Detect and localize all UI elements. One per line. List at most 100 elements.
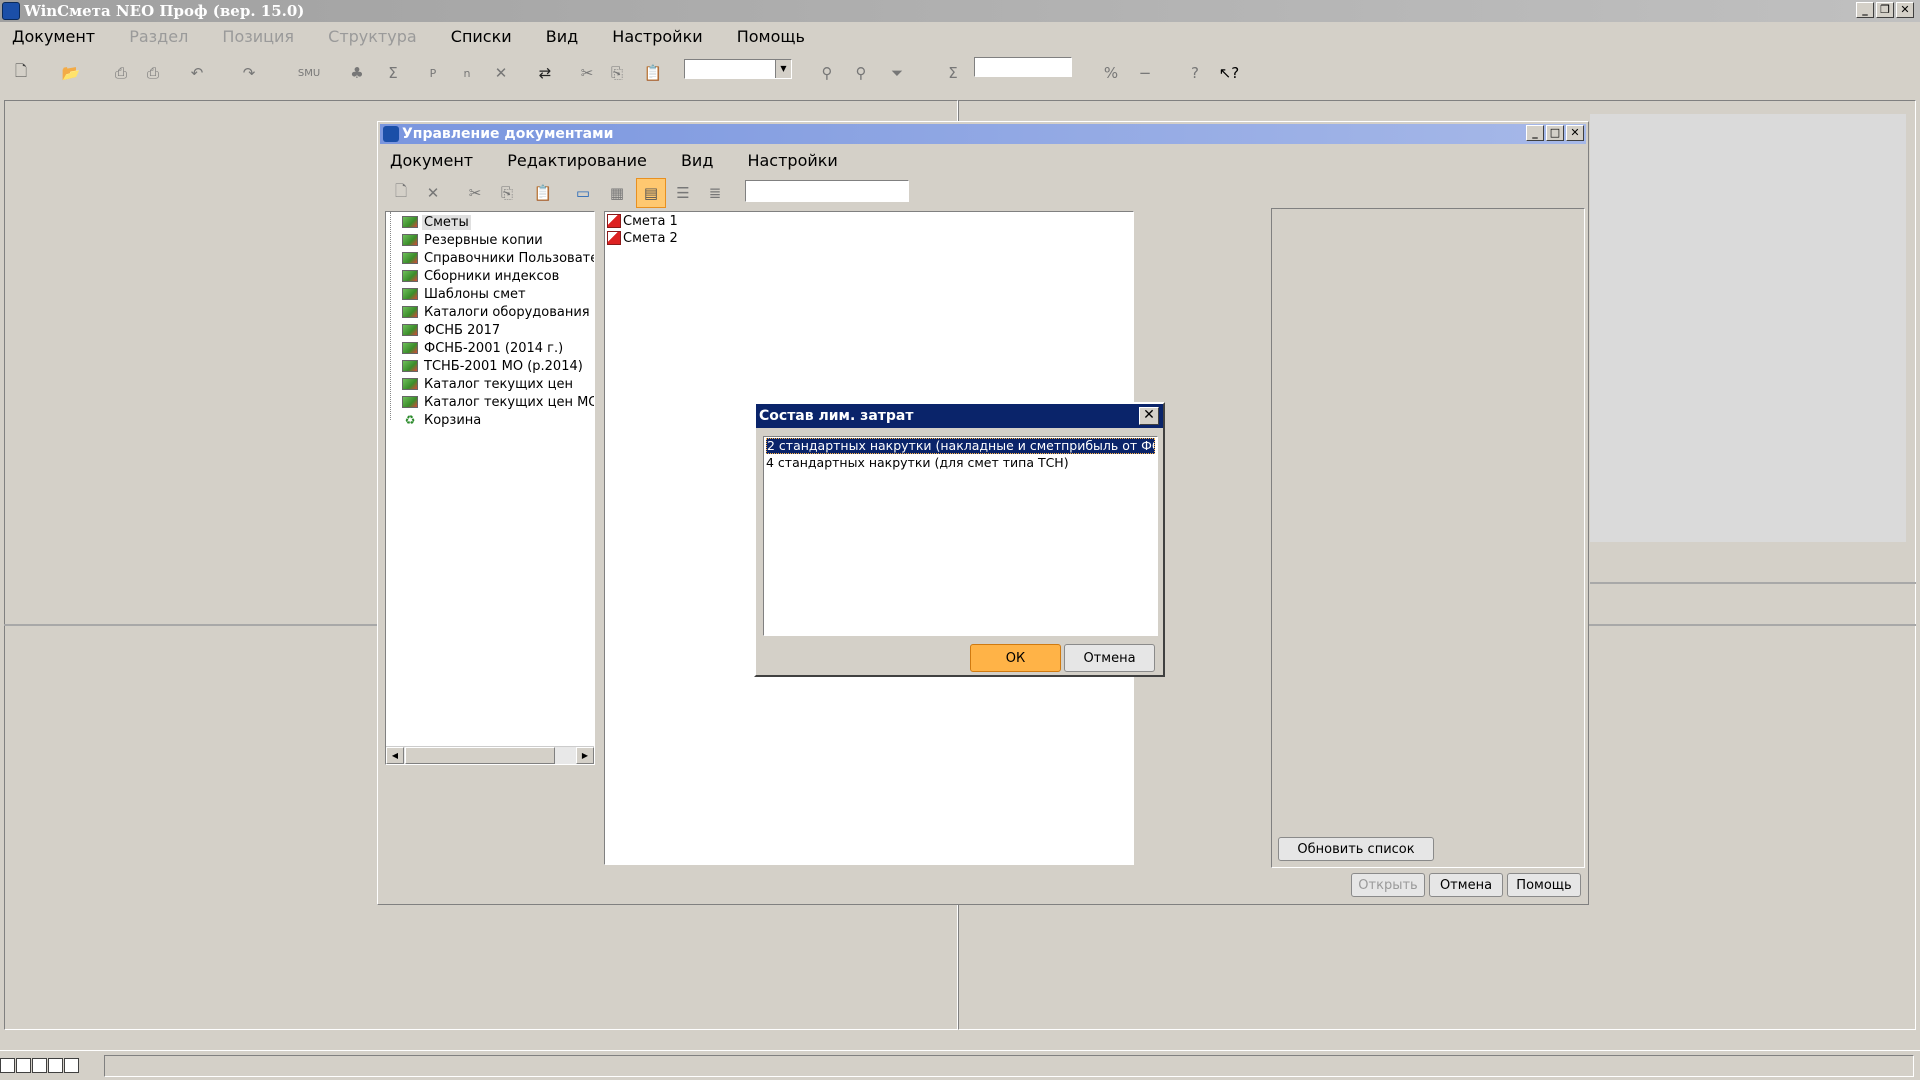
sigma-icon[interactable]: Σ [942, 62, 964, 84]
panel-icon[interactable] [64, 1058, 79, 1073]
insert-p-icon[interactable]: P [422, 62, 444, 84]
ok-button[interactable]: ОК [970, 644, 1061, 672]
tree-item-fsnb-2001[interactable]: ФСНБ-2001 (2014 г.) [402, 339, 565, 357]
menu-lists[interactable]: Списки [451, 27, 512, 46]
tree-item-fsnb-2017[interactable]: ФСНБ 2017 [402, 321, 502, 339]
status-bar-icons[interactable] [0, 1058, 100, 1074]
doc-details-icon[interactable]: ≣ [704, 182, 726, 204]
tree-item-trash[interactable]: ♻ Корзина [402, 411, 483, 429]
help-icon[interactable]: ? [1184, 62, 1206, 84]
filter-icon[interactable]: ⏷ [886, 62, 908, 84]
tree-item-label: Шаблоны смет [424, 286, 526, 302]
print-icon[interactable]: ⎙ [110, 62, 132, 84]
menu-settings[interactable]: Настройки [612, 27, 702, 46]
scroll-thumb[interactable] [405, 747, 555, 764]
doc-new-icon[interactable]: 🗋 [390, 182, 412, 204]
markup-item-label: 4 стандартных накрутки (для смет типа ТС… [766, 455, 1069, 470]
doc-list-icon[interactable]: ☰ [672, 182, 694, 204]
restore-button[interactable]: ❐ [1876, 2, 1894, 18]
menu-help[interactable]: Помощь [737, 27, 805, 46]
doc-copy-icon[interactable]: ⎘ [496, 182, 518, 204]
copy-icon[interactable]: ⎘ [606, 62, 628, 84]
tree-item-label: Каталог текущих цен [424, 376, 573, 392]
markup-list-item[interactable]: 4 стандартных накрутки (для смет типа ТС… [766, 455, 1069, 471]
percent-icon[interactable]: % [1100, 62, 1122, 84]
menu-view[interactable]: Вид [546, 27, 578, 46]
toolbar-search-input[interactable] [974, 57, 1072, 77]
doc-help-button[interactable]: Помощь [1507, 873, 1581, 897]
dialog-cancel-button[interactable]: Отмена [1064, 644, 1155, 672]
tree-item-label: Сметы [422, 214, 471, 230]
tree-item-index-collections[interactable]: Сборники индексов [402, 267, 561, 285]
dialog-close-button[interactable]: ✕ [1139, 407, 1159, 425]
context-help-icon[interactable]: ↖? [1218, 62, 1240, 84]
folder-icon [402, 216, 418, 228]
menu-section[interactable]: Раздел [129, 27, 188, 46]
tree-item-price-catalog[interactable]: Каталог текущих цен [402, 375, 575, 393]
insert-n-icon[interactable]: n [456, 62, 478, 84]
redo-icon[interactable]: ↷ [238, 62, 260, 84]
minimize-button[interactable]: _ [1856, 2, 1874, 18]
menu-document[interactable]: Документ [12, 27, 95, 46]
sum-icon[interactable]: Σ [382, 62, 404, 84]
doc-search-input[interactable] [745, 180, 909, 202]
close-button[interactable]: ✕ [1896, 2, 1914, 18]
undo-icon[interactable]: ↶ [186, 62, 208, 84]
split-icon[interactable] [16, 1058, 31, 1073]
status-bar [0, 1050, 1920, 1080]
doc-small-icons-icon[interactable]: ▤ [636, 178, 666, 208]
doc-delete-icon[interactable]: ✕ [422, 182, 444, 204]
doc-cancel-button[interactable]: Отмена [1429, 873, 1503, 897]
menu-structure[interactable]: Структура [328, 27, 417, 46]
tree-item-tsnb-2001-mo[interactable]: ТСНБ-2001 МО (р.2014) [402, 357, 585, 375]
dialog-title: Состав лим. затрат [759, 408, 914, 424]
print-preview-icon[interactable]: ⎙ [142, 62, 164, 84]
scroll-left-icon[interactable]: ◀ [386, 747, 404, 764]
open-folder-icon[interactable]: 📂 [60, 62, 82, 84]
tree-item-equipment-catalogs[interactable]: Каталоги оборудования [402, 303, 592, 321]
doc-menu-document[interactable]: Документ [390, 151, 473, 170]
folder-icon [402, 342, 418, 354]
toolbar-combo[interactable]: ▼ [684, 59, 792, 79]
doc-maximize-button[interactable]: □ [1546, 125, 1564, 141]
new-document-icon[interactable]: 🗋 [10, 62, 32, 84]
smu-icon[interactable]: SMU [298, 62, 320, 84]
binoculars-icon[interactable]: ⚲ [816, 62, 838, 84]
minus-icon[interactable]: − [1134, 62, 1156, 84]
document-manager-menu: Документ Редактирование Вид Настройки [390, 151, 867, 170]
tree-item-user-refs[interactable]: Справочники Пользовате [402, 249, 594, 267]
tree-item-price-catalog-mo[interactable]: Каталог текущих цен МО [402, 393, 594, 411]
doc-minimize-button[interactable]: _ [1526, 125, 1544, 141]
grid-icon[interactable] [48, 1058, 63, 1073]
doc-close-button[interactable]: ✕ [1566, 125, 1584, 141]
find-next-icon[interactable]: ⚲ [850, 62, 872, 84]
columns-icon[interactable] [32, 1058, 47, 1073]
folder-icon [402, 270, 418, 282]
markup-item-label: 2 стандартных накрутки (накладные и смет… [767, 438, 1155, 453]
tree-item-smety[interactable]: Сметы [402, 213, 471, 231]
doc-menu-settings[interactable]: Настройки [747, 151, 837, 170]
markup-list-item-selected[interactable]: 2 стандартных накрутки (накладные и смет… [766, 438, 1155, 454]
tree-item-templates[interactable]: Шаблоны смет [402, 285, 528, 303]
cut-icon[interactable]: ✂ [576, 62, 598, 84]
tree-item-backups[interactable]: Резервные копии [402, 231, 545, 249]
delete-icon[interactable]: ✕ [490, 62, 512, 84]
scroll-right-icon[interactable]: ▶ [576, 747, 594, 764]
doc-large-icons-icon[interactable]: ▦ [606, 182, 628, 204]
file-item-smeta-2[interactable]: Смета 2 [607, 229, 678, 247]
transfer-icon[interactable]: ⇄ [530, 62, 560, 84]
doc-menu-edit[interactable]: Редактирование [507, 151, 647, 170]
file-item-smeta-1[interactable]: Смета 1 [607, 212, 678, 230]
refresh-list-button[interactable]: Обновить список [1278, 837, 1434, 861]
doc-paste-icon[interactable]: 📋 [532, 182, 554, 204]
paste-icon[interactable]: 📋 [642, 62, 664, 84]
chevron-down-icon[interactable]: ▼ [775, 60, 791, 78]
tree-icon[interactable]: ♣ [346, 62, 368, 84]
layout-icon[interactable] [0, 1058, 15, 1073]
doc-menu-view[interactable]: Вид [681, 151, 713, 170]
tree-hscrollbar[interactable]: ◀ ▶ [386, 746, 594, 764]
open-button[interactable]: Открыть [1351, 873, 1425, 897]
doc-image-icon[interactable]: ▭ [572, 182, 594, 204]
menu-position[interactable]: Позиция [222, 27, 294, 46]
doc-cut-icon[interactable]: ✂ [464, 182, 486, 204]
